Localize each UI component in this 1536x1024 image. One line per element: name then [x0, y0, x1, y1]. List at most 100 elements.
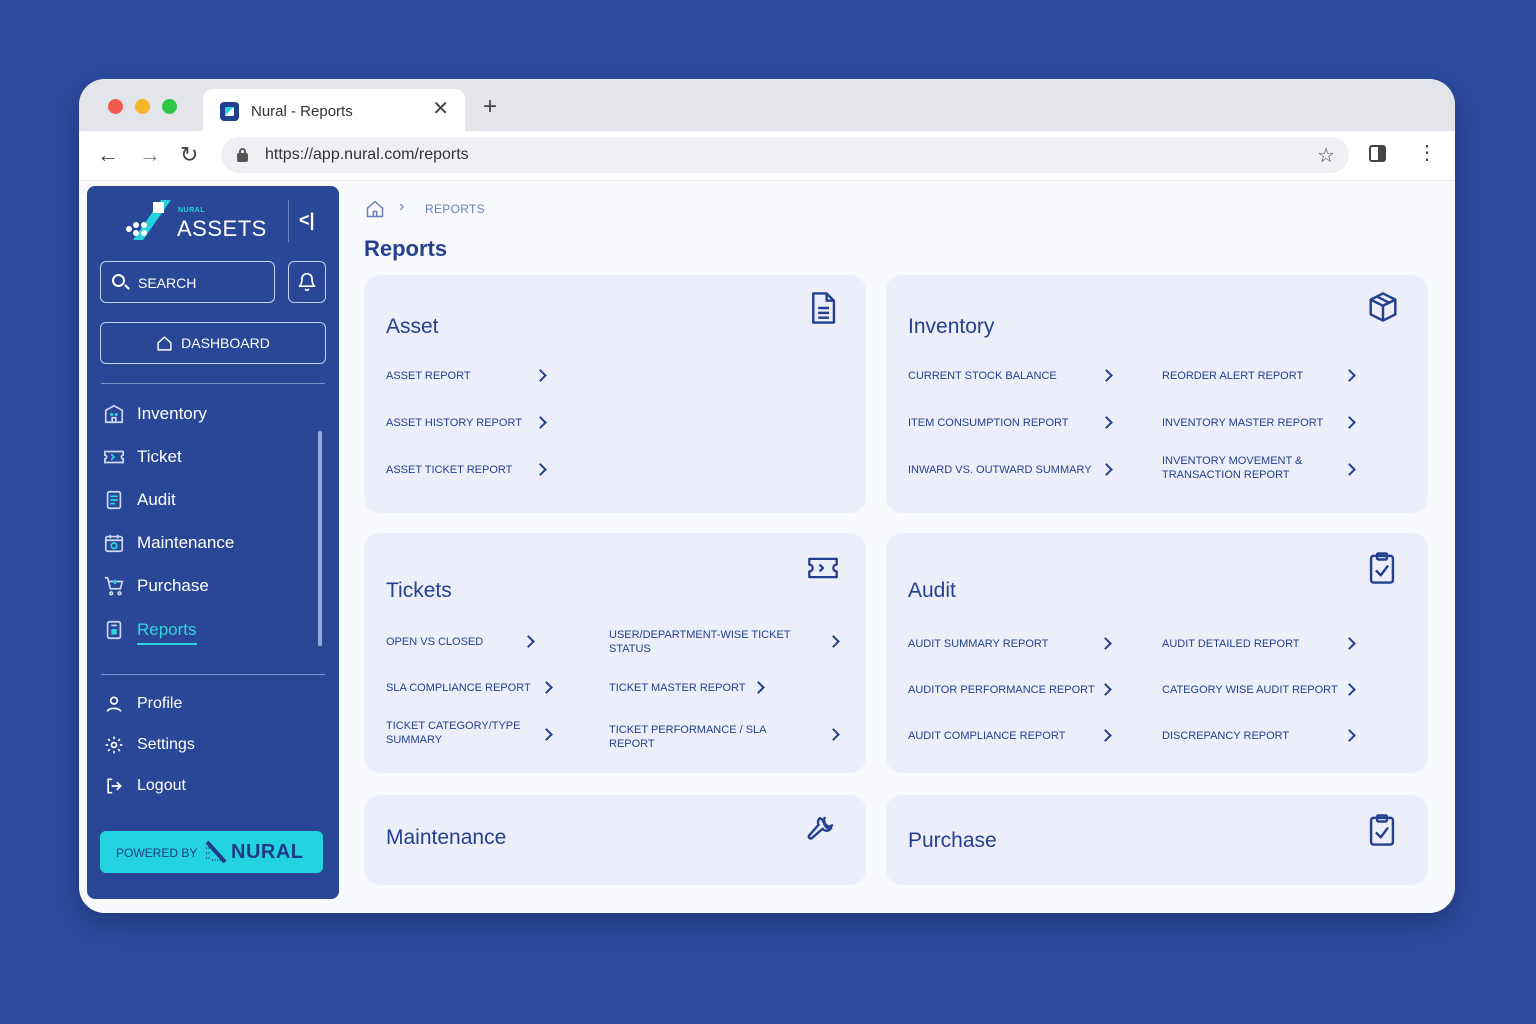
forward-icon[interactable]: → — [139, 143, 161, 167]
side-panel-icon[interactable] — [1369, 145, 1386, 162]
new-tab-icon[interactable]: + — [483, 95, 497, 119]
sla-compliance-report-link[interactable]: SLA COMPLIANCE REPORT — [386, 681, 531, 695]
url-field[interactable]: https://app.nural.com/reports ☆ — [221, 137, 1349, 173]
tab-bar: Nural - Reports ✕ + — [79, 79, 1455, 133]
sidebar-item-purchase[interactable]: Purchase — [103, 571, 209, 601]
maximize-window-button[interactable] — [162, 99, 177, 114]
minimize-window-button[interactable] — [135, 99, 150, 114]
audit-card: Audit AUDIT SUMMARY REPORT AUDITOR PERFO… — [886, 533, 1428, 773]
chevron-right-icon — [522, 635, 535, 648]
powered-by-label: POWERED BY — [116, 846, 198, 860]
asset-card: Asset ASSET REPORT ASSET HISTORY REPORT … — [364, 275, 866, 513]
inward-vs-outward-summary-link[interactable]: INWARD VS. OUTWARD SUMMARY — [908, 463, 1092, 477]
chevron-right-icon — [540, 681, 553, 694]
dashboard-button[interactable]: DASHBOARD — [100, 322, 326, 364]
logout-icon — [103, 775, 125, 797]
browser-menu-icon[interactable]: ⋮ — [1417, 143, 1437, 163]
collapse-sidebar-icon[interactable]: <| — [299, 210, 315, 231]
chevron-right-icon — [1343, 637, 1356, 650]
tickets-card: Tickets OPEN VS CLOSED SLA COMPLIANCE RE… — [364, 533, 866, 773]
bookmark-star-icon[interactable]: ☆ — [1317, 143, 1335, 168]
chevron-right-icon — [1100, 369, 1113, 382]
sidebar-item-label: Profile — [137, 695, 183, 712]
chevron-right-icon — [534, 369, 547, 382]
powered-by-badge[interactable]: POWERED BY NURAL — [100, 831, 323, 873]
gear-icon — [103, 734, 125, 756]
inventory-movement-report-link[interactable]: INVENTORY MOVEMENT & TRANSACTION REPORT — [1162, 454, 1332, 482]
chevron-right-icon — [1343, 463, 1356, 476]
sidebar-item-profile[interactable]: Profile — [103, 689, 182, 719]
sidebar-divider — [101, 383, 325, 384]
purchase-card[interactable]: Purchase — [886, 795, 1428, 885]
sidebar-item-audit[interactable]: Audit — [103, 485, 176, 515]
bell-icon — [298, 272, 316, 292]
sidebar-item-ticket[interactable]: Ticket — [103, 442, 182, 472]
inventory-master-report-link[interactable]: INVENTORY MASTER REPORT — [1162, 416, 1323, 430]
sidebar-item-settings[interactable]: Settings — [103, 730, 195, 760]
ticket-category-summary-link[interactable]: TICKET CATEGORY/TYPE SUMMARY — [386, 719, 536, 747]
sidebar-item-label: Logout — [137, 777, 186, 794]
audit-compliance-report-link[interactable]: AUDIT COMPLIANCE REPORT — [908, 729, 1065, 743]
box-icon — [1369, 292, 1397, 322]
browser-tab[interactable]: Nural - Reports ✕ — [203, 89, 465, 133]
sidebar-item-reports[interactable]: Reports — [103, 615, 197, 645]
chevron-right-icon — [540, 728, 553, 741]
search-label: SEARCH — [138, 275, 197, 291]
back-icon[interactable]: ← — [97, 143, 119, 167]
main-content: › REPORTS Reports Asset ASSET REPORT ASS… — [349, 181, 1455, 913]
chevron-right-icon — [1343, 729, 1356, 742]
discrepancy-report-link[interactable]: DISCREPANCY REPORT — [1162, 729, 1289, 743]
close-tab-icon[interactable]: ✕ — [432, 99, 449, 119]
sidebar-item-label: Inventory — [137, 404, 207, 423]
browser-window: Nural - Reports ✕ + ← → ↻ https://app.nu… — [79, 79, 1455, 913]
card-title: Tickets — [386, 579, 452, 602]
powered-by-name: NURAL — [231, 841, 304, 863]
ticket-master-report-link[interactable]: TICKET MASTER REPORT — [609, 681, 746, 695]
user-department-ticket-status-link[interactable]: USER/DEPARTMENT-WISE TICKET STATUS — [609, 628, 809, 656]
breadcrumb-chevron-icon: › — [399, 198, 405, 215]
brand-divider — [288, 200, 289, 242]
category-wise-audit-report-link[interactable]: CATEGORY WISE AUDIT REPORT — [1162, 683, 1338, 697]
sidebar-item-inventory[interactable]: Inventory — [103, 399, 207, 429]
asset-ticket-report-link[interactable]: ASSET TICKET REPORT — [386, 463, 512, 477]
sidebar: NURAL ASSETS <| SEARCH DASHBOARD Invento… — [87, 186, 339, 899]
sidebar-item-maintenance[interactable]: Maintenance — [103, 528, 234, 558]
item-consumption-report-link[interactable]: ITEM CONSUMPTION REPORT — [908, 416, 1069, 430]
asset-report-link[interactable]: ASSET REPORT — [386, 369, 471, 383]
close-window-button[interactable] — [108, 99, 123, 114]
tab-title: Nural - Reports — [251, 103, 353, 120]
sidebar-item-label: Maintenance — [137, 533, 235, 552]
reload-icon[interactable]: ↻ — [180, 143, 198, 167]
card-title: Asset — [386, 315, 439, 338]
maintenance-card[interactable]: Maintenance — [364, 795, 866, 885]
chevron-right-icon — [1099, 729, 1112, 742]
sidebar-item-label: Reports — [137, 620, 197, 645]
breadcrumb-home-icon[interactable] — [365, 199, 385, 224]
breadcrumb-current: REPORTS — [425, 202, 485, 216]
audit-summary-report-link[interactable]: AUDIT SUMMARY REPORT — [908, 637, 1048, 651]
chevron-right-icon — [1100, 463, 1113, 476]
sidebar-item-logout[interactable]: Logout — [103, 771, 186, 801]
current-stock-balance-link[interactable]: CURRENT STOCK BALANCE — [908, 369, 1057, 383]
chevron-right-icon — [752, 681, 765, 694]
auditor-performance-report-link[interactable]: AUDITOR PERFORMANCE REPORT — [908, 683, 1095, 697]
sidebar-scrollbar[interactable] — [318, 431, 322, 646]
cart-icon — [103, 575, 125, 597]
clipboard-check-icon — [1369, 814, 1395, 846]
brand-subtitle: NURAL — [178, 207, 205, 214]
reorder-alert-report-link[interactable]: REORDER ALERT REPORT — [1162, 369, 1303, 383]
chevron-right-icon — [1100, 416, 1113, 429]
inventory-card: Inventory CURRENT STOCK BALANCE ITEM CON… — [886, 275, 1428, 513]
chevron-right-icon — [1099, 637, 1112, 650]
audit-detailed-report-link[interactable]: AUDIT DETAILED REPORT — [1162, 637, 1300, 651]
report-icon — [103, 619, 125, 641]
ticket-performance-sla-link[interactable]: TICKET PERFORMANCE / SLA REPORT — [609, 723, 779, 751]
asset-history-report-link[interactable]: ASSET HISTORY REPORT — [386, 416, 522, 430]
open-vs-closed-link[interactable]: OPEN VS CLOSED — [386, 635, 483, 649]
chevron-right-icon — [1343, 416, 1356, 429]
sidebar-item-label: Ticket — [137, 447, 182, 466]
sidebar-item-label: Purchase — [137, 576, 209, 595]
sidebar-search[interactable]: SEARCH — [100, 261, 275, 303]
brand-name: ASSETS — [177, 216, 267, 241]
notifications-button[interactable] — [288, 261, 326, 303]
